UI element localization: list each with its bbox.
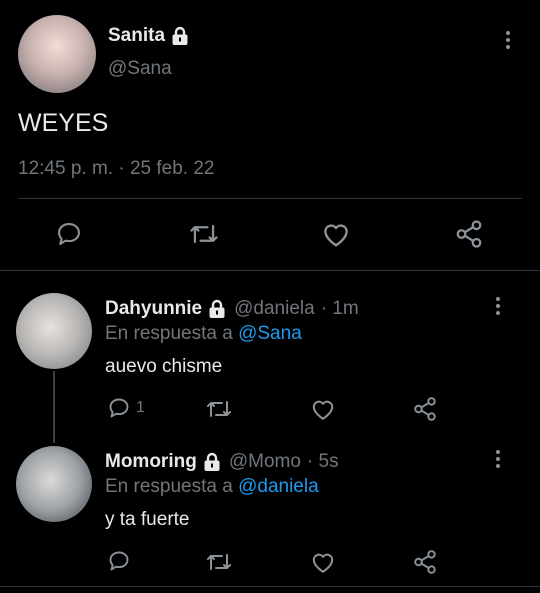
- author-name[interactable]: Sanita: [108, 25, 165, 47]
- retweet-icon[interactable]: [204, 550, 234, 574]
- avatar[interactable]: [16, 446, 92, 522]
- reply-icon[interactable]: [107, 396, 131, 420]
- author-handle[interactable]: @daniela: [234, 298, 315, 320]
- lock-icon: [203, 452, 221, 472]
- lock-icon: [208, 299, 226, 319]
- divider: [0, 270, 540, 271]
- timestamp[interactable]: 12:45 p. m. · 25 feb. 22: [18, 158, 214, 180]
- thread-line: [53, 371, 55, 443]
- tweet-time: · 1m: [320, 298, 359, 319]
- share-icon[interactable]: [454, 219, 484, 249]
- share-icon[interactable]: [412, 396, 438, 422]
- author-name[interactable]: Dahyunnie: [105, 298, 202, 320]
- lock-icon: [171, 26, 189, 46]
- divider: [0, 586, 540, 587]
- tweet-text: y ta fuerte: [105, 509, 190, 530]
- like-icon[interactable]: [321, 220, 351, 248]
- author-handle[interactable]: @Sana: [108, 58, 172, 80]
- like-icon[interactable]: [310, 550, 336, 574]
- reply-icon[interactable]: [55, 220, 83, 248]
- author-name[interactable]: Momoring: [105, 451, 197, 473]
- like-icon[interactable]: [310, 397, 336, 421]
- tweet-time: · 5s: [306, 451, 339, 472]
- reply-context-label: En respuesta a: [105, 476, 233, 497]
- more-icon[interactable]: [496, 450, 500, 471]
- divider: [18, 198, 522, 199]
- tweet-text: auevo chisme: [105, 356, 223, 377]
- reply-to-link[interactable]: @Sana: [238, 323, 302, 344]
- avatar[interactable]: [18, 15, 96, 93]
- share-icon[interactable]: [412, 549, 438, 575]
- avatar[interactable]: [16, 293, 92, 369]
- retweet-icon[interactable]: [187, 220, 221, 248]
- author-handle[interactable]: @Momo: [229, 451, 301, 473]
- retweet-icon[interactable]: [204, 397, 234, 421]
- more-icon[interactable]: [496, 297, 500, 318]
- reply-context-label: En respuesta a: [105, 323, 233, 344]
- reply-count: 1: [136, 399, 145, 416]
- reply-to-link[interactable]: @daniela: [238, 476, 319, 497]
- more-icon[interactable]: [506, 31, 510, 52]
- tweet-text: WEYES: [18, 109, 109, 137]
- reply-icon[interactable]: [107, 549, 131, 573]
